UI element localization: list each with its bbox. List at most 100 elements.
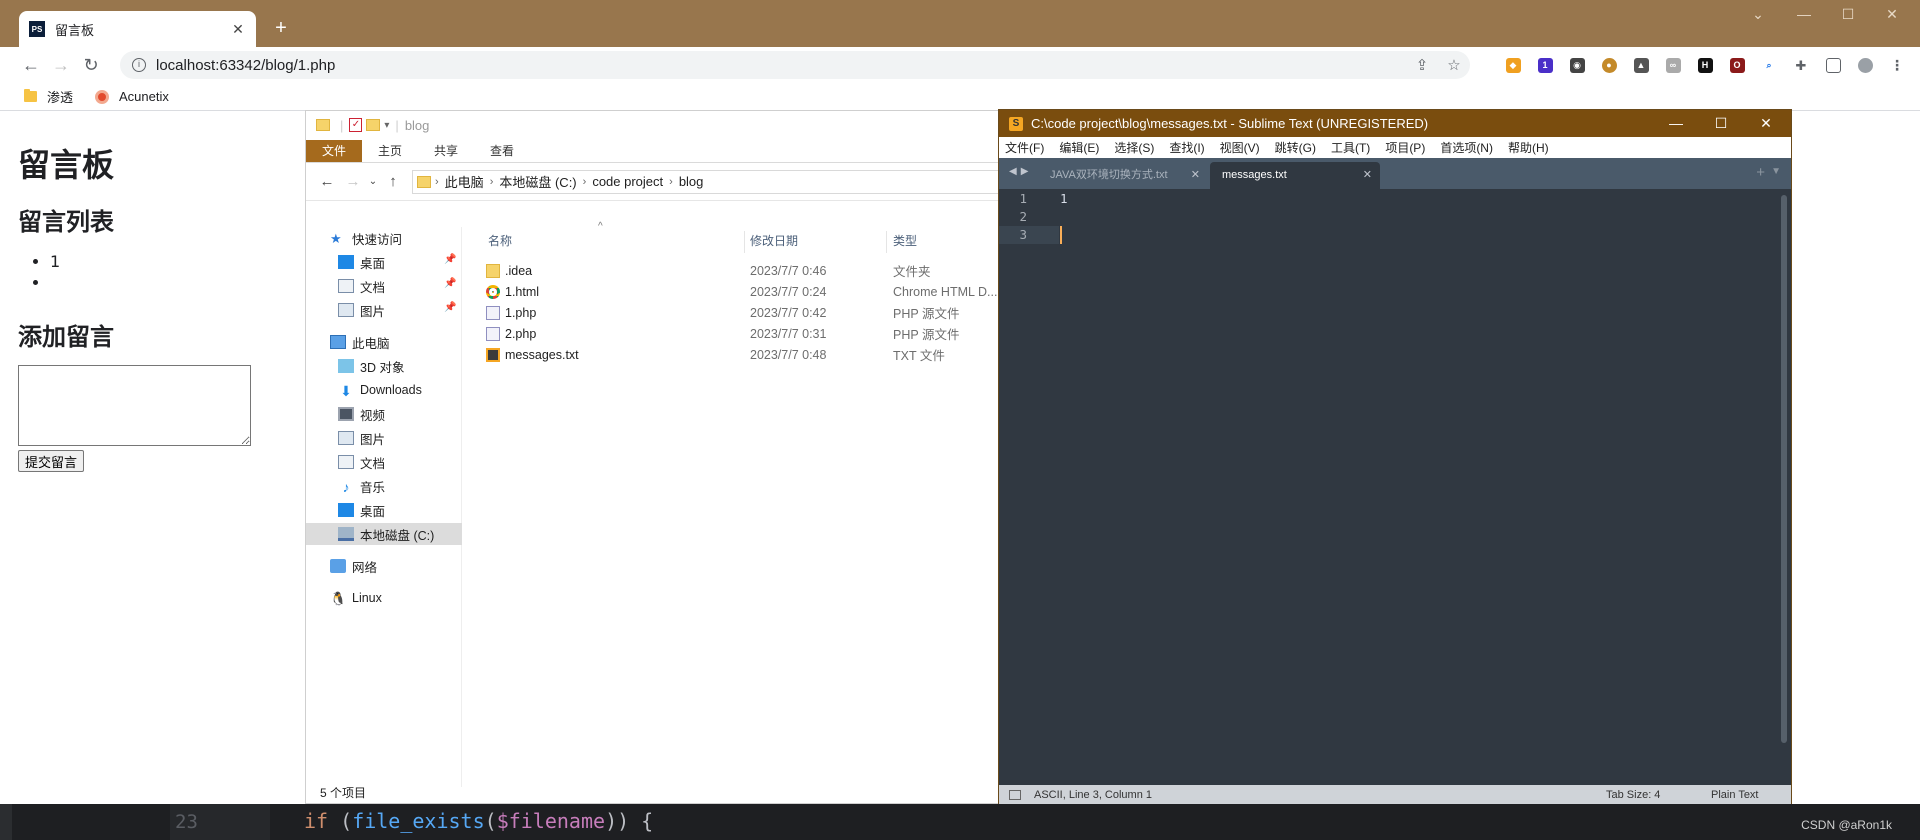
quick-access-dropdown-icon[interactable]: ▾ — [384, 120, 389, 131]
hexagon-extension-icon[interactable]: 1 — [1529, 47, 1561, 83]
tab-home[interactable]: 主页 — [362, 140, 418, 162]
nav-network[interactable]: 网络 — [330, 555, 377, 577]
puzzle-extensions-icon[interactable]: ✚ — [1785, 47, 1817, 83]
properties-icon[interactable]: ✓ — [349, 118, 363, 132]
url-text[interactable]: localhost:63342/blog/1.php — [156, 57, 335, 74]
address-bar[interactable]: i localhost:63342/blog/1.php ⇪ ☆ — [120, 51, 1470, 79]
tab-file[interactable]: 文件 — [306, 140, 363, 162]
hat-extension-icon[interactable]: ▲ — [1625, 47, 1657, 83]
breadcrumb[interactable]: › 此电脑 › 本地磁盘 (C:) › code project › blog — [412, 169, 999, 194]
share-icon[interactable]: ⇪ — [1406, 56, 1438, 74]
panda-extension-icon[interactable]: ◉ — [1561, 47, 1593, 83]
nav-this-pc[interactable]: 此电脑 — [330, 331, 390, 353]
file-row-2-php[interactable]: 2.php 2023/7/7 0:31 PHP 源文件 — [468, 323, 1001, 344]
ide-background-editor: 23 if (file_exists($filename)) { CSDN @a… — [0, 804, 1920, 840]
browser-menu-icon[interactable]: ⋮ — [1881, 47, 1913, 83]
tab-close-icon[interactable]: ✕ — [230, 21, 246, 38]
reload-icon[interactable]: ↻ — [76, 55, 106, 76]
nav-downloads[interactable]: ⬇ Downloads — [338, 379, 422, 401]
tab-share[interactable]: 共享 — [418, 140, 474, 162]
tab-list-dropdown-icon[interactable]: ▼ — [1771, 166, 1781, 177]
brave-shield-extension-icon[interactable]: ◆ — [1497, 47, 1529, 83]
menu-preferences[interactable]: 首选项(N) — [1440, 139, 1493, 156]
side-panel-icon[interactable] — [1817, 47, 1849, 83]
tab-scroll-arrows-icon[interactable]: ◀▶ — [1009, 166, 1032, 177]
nav-pictures[interactable]: 图片 📌 — [338, 299, 462, 321]
file-row-idea[interactable]: .idea 2023/7/7 0:46 文件夹 — [468, 260, 1001, 281]
nav-pictures-pc[interactable]: 图片 — [338, 427, 385, 449]
panel-toggle-icon[interactable] — [1009, 790, 1021, 800]
bookmark-acunetix[interactable]: Acunetix — [95, 89, 169, 104]
menu-selection[interactable]: 选择(S) — [1114, 139, 1154, 156]
close-window-button[interactable]: ✕ — [1744, 110, 1788, 137]
breadcrumb-this-pc[interactable]: 此电脑 — [439, 172, 490, 191]
column-header-name[interactable]: 名称 — [488, 227, 512, 255]
breadcrumb-code-project[interactable]: code project — [586, 174, 669, 189]
code-editor[interactable]: 1 2 3 1 — [999, 189, 1791, 781]
menu-tools[interactable]: 工具(T) — [1331, 139, 1370, 156]
back-icon[interactable]: ← — [314, 173, 340, 190]
submit-message-button[interactable]: 提交留言 — [18, 450, 85, 472]
browser-tab[interactable]: PS 留言板 ✕ — [19, 11, 256, 47]
menu-find[interactable]: 查找(I) — [1169, 139, 1204, 156]
nav-local-disk[interactable]: 本地磁盘 (C:) — [306, 523, 462, 545]
menu-help[interactable]: 帮助(H) — [1508, 139, 1549, 156]
nav-music[interactable]: ♪ 音乐 — [338, 475, 386, 497]
forward-icon[interactable]: → — [340, 173, 366, 190]
file-row-1-html[interactable]: 1.html 2023/7/7 0:24 Chrome HTML D... — [468, 281, 1001, 302]
tab-java-env[interactable]: JAVA双环境切换方式.txt ✕ — [1038, 162, 1208, 189]
tab-view[interactable]: 查看 — [474, 140, 530, 162]
tab-close-icon[interactable]: ✕ — [1191, 162, 1200, 189]
nav-desktop-pc[interactable]: 桌面 — [338, 499, 385, 521]
minimize-button[interactable]: — — [1654, 110, 1698, 137]
hackbar-extension-icon[interactable]: H — [1689, 47, 1721, 83]
search-extension-icon[interactable]: ⌕ — [1753, 47, 1785, 83]
o-extension-icon[interactable]: O — [1721, 47, 1753, 83]
message-textarea[interactable] — [18, 365, 251, 446]
maximize-button[interactable]: ☐ — [1699, 110, 1743, 137]
breadcrumb-blog[interactable]: blog — [673, 174, 710, 189]
nav-quick-access[interactable]: ★ 快速访问 — [330, 227, 402, 249]
bookmark-star-icon[interactable]: ☆ — [1438, 56, 1470, 74]
tab-size-selector[interactable]: Tab Size: 4 — [1606, 785, 1660, 805]
list-item: 1 — [50, 252, 60, 273]
menu-edit[interactable]: 编辑(E) — [1059, 139, 1099, 156]
link-extension-icon[interactable]: ∞ — [1657, 47, 1689, 83]
new-tab-icon[interactable]: + — [1756, 164, 1765, 181]
minimize-button[interactable]: — — [1784, 6, 1824, 22]
nav-label: 文档 — [360, 456, 386, 471]
menu-project[interactable]: 项目(P) — [1385, 139, 1425, 156]
back-icon[interactable]: ← — [16, 55, 46, 76]
bookmark-folder-pentest[interactable]: 渗透 — [24, 87, 73, 106]
tab-messages-txt[interactable]: messages.txt ✕ — [1210, 162, 1380, 189]
nav-documents[interactable]: 文档 📌 — [338, 275, 462, 297]
column-header-type[interactable]: 类型 — [893, 227, 917, 255]
editor-scrollbar[interactable] — [1781, 195, 1787, 743]
tab-search-icon[interactable]: ⌄ — [1738, 6, 1778, 23]
site-info-icon[interactable]: i — [132, 58, 146, 72]
breadcrumb-local-disk[interactable]: 本地磁盘 (C:) — [493, 172, 582, 191]
file-row-1-php[interactable]: 1.php 2023/7/7 0:42 PHP 源文件 — [468, 302, 1001, 323]
menu-view[interactable]: 视图(V) — [1220, 139, 1260, 156]
file-row-messages-txt[interactable]: messages.txt 2023/7/7 0:48 TXT 文件 — [468, 344, 1001, 365]
new-folder-icon[interactable] — [366, 119, 381, 131]
nav-videos[interactable]: 视频 — [338, 403, 385, 425]
new-tab-button[interactable]: + — [270, 17, 292, 39]
close-window-button[interactable]: ✕ — [1872, 6, 1912, 23]
tab-close-icon[interactable]: ✕ — [1363, 162, 1372, 189]
profile-avatar-icon[interactable] — [1849, 47, 1881, 83]
cookie-extension-icon[interactable]: ● — [1593, 47, 1625, 83]
maximize-button[interactable]: ☐ — [1828, 6, 1868, 23]
syntax-selector[interactable]: Plain Text — [1711, 785, 1759, 805]
nav-desktop[interactable]: 桌面 📌 — [338, 251, 462, 273]
up-icon[interactable]: ↑ — [380, 173, 406, 190]
nav-3d-objects[interactable]: 3D 对象 — [338, 355, 404, 377]
sublime-tab-bar: ◀▶ JAVA双环境切换方式.txt ✕ messages.txt ✕ + ▼ — [999, 158, 1791, 189]
column-header-date[interactable]: 修改日期 — [750, 227, 798, 255]
forward-icon[interactable]: → — [46, 55, 76, 76]
menu-goto[interactable]: 跳转(G) — [1275, 139, 1316, 156]
menu-file[interactable]: 文件(F) — [1005, 139, 1044, 156]
recent-dropdown-icon[interactable]: ⌄ — [366, 176, 380, 187]
nav-documents-pc[interactable]: 文档 — [338, 451, 385, 473]
nav-linux[interactable]: 🐧 Linux — [330, 587, 382, 609]
